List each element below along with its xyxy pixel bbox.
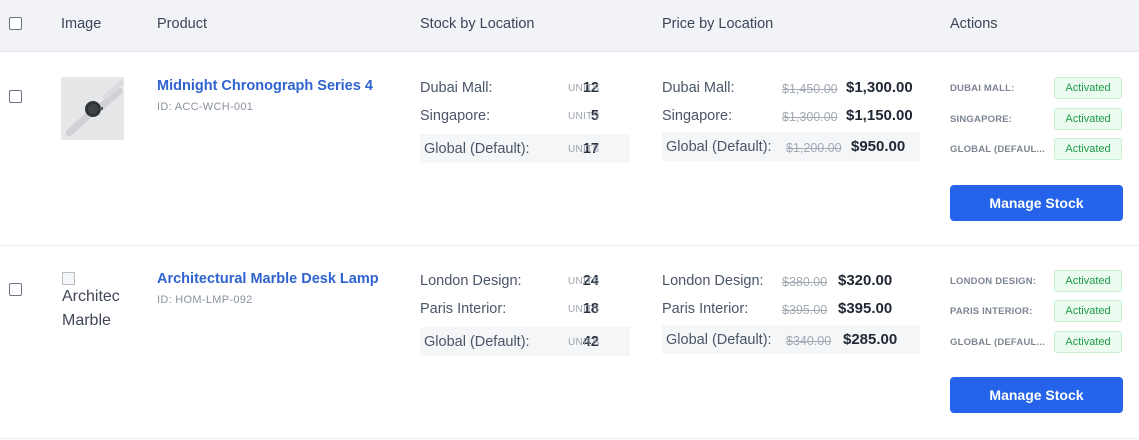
price-old: $1,200.00 <box>786 141 842 155</box>
price-line: London Design: $380.00 $320.00 <box>662 270 922 292</box>
stock-location: Global (Default): <box>424 141 530 157</box>
price-line: Singapore: $1,300.00 $1,150.00 <box>662 105 922 127</box>
stock-unit: UNITS <box>568 304 600 315</box>
price-new: $395.00 <box>838 300 893 317</box>
stock-line: London Design: 24 UNITS <box>420 270 630 292</box>
stock-unit: UNITS <box>568 111 600 122</box>
stock-location: London Design: <box>420 273 522 289</box>
price-location: Paris Interior: <box>662 301 749 317</box>
price-new: $950.00 <box>851 138 906 155</box>
stock-line: Singapore: 5 UNITS <box>420 105 630 127</box>
action-location: DUBAI MALL: <box>950 83 1015 94</box>
header-product: Product <box>157 16 207 32</box>
stock-unit: UNITS <box>568 276 600 287</box>
price-location: Global (Default): <box>666 139 772 155</box>
action-location: GLOBAL (DEFAUL... <box>950 337 1046 348</box>
table-row: Architec Marble Architectural Marble Des… <box>0 246 1139 439</box>
stock-location: Paris Interior: <box>420 301 507 317</box>
price-new: $285.00 <box>843 331 898 348</box>
price-line: Dubai Mall: $1,450.00 $1,300.00 <box>662 77 922 99</box>
action-location: GLOBAL (DEFAUL... <box>950 144 1046 155</box>
row-checkbox[interactable] <box>9 283 22 296</box>
product-id: ID: HOM-LMP-092 <box>157 294 253 306</box>
status-badge[interactable]: Activated <box>1054 108 1122 130</box>
select-all-checkbox[interactable] <box>9 17 22 30</box>
broken-image-icon <box>62 272 75 285</box>
action-location: LONDON DESIGN: <box>950 276 1037 287</box>
price-old: $380.00 <box>782 275 828 289</box>
stock-location: Global (Default): <box>424 334 530 350</box>
product-name-link[interactable]: Midnight Chronograph Series 4 <box>157 78 373 94</box>
product-image-broken[interactable]: Architec Marble <box>61 268 127 336</box>
header-stock: Stock by Location <box>420 16 535 32</box>
watch-image-icon <box>61 77 124 140</box>
action-line: PARIS INTERIOR: Activated <box>950 300 1125 322</box>
image-alt-text: Marble <box>62 312 111 329</box>
price-location: Global (Default): <box>666 332 772 348</box>
stock-unit: UNITS <box>568 83 600 94</box>
header-actions: Actions <box>950 16 998 32</box>
stock-location: Singapore: <box>420 108 491 124</box>
stock-unit: UNITS <box>568 144 600 155</box>
price-old: $1,300.00 <box>782 110 838 124</box>
price-line-global: Global (Default): $340.00 $285.00 <box>662 325 920 354</box>
price-new: $320.00 <box>838 272 893 289</box>
stock-unit: UNITS <box>568 337 600 348</box>
stock-line-global: Global (Default): 42 UNITS <box>420 327 630 356</box>
stock-line-global: Global (Default): 17 UNITS <box>420 134 630 163</box>
action-line: LONDON DESIGN: Activated <box>950 270 1125 292</box>
manage-stock-button[interactable]: Manage Stock <box>950 185 1123 221</box>
action-line: DUBAI MALL: Activated <box>950 77 1125 99</box>
product-id: ID: ACC-WCH-001 <box>157 101 254 113</box>
status-badge[interactable]: Activated <box>1054 270 1122 292</box>
stock-location: Dubai Mall: <box>420 80 493 96</box>
header-price: Price by Location <box>662 16 774 32</box>
status-badge[interactable]: Activated <box>1054 138 1122 160</box>
product-image[interactable] <box>61 77 124 140</box>
table-row: Midnight Chronograph Series 4 ID: ACC-WC… <box>0 53 1139 246</box>
status-badge[interactable]: Activated <box>1054 300 1122 322</box>
status-badge[interactable]: Activated <box>1054 331 1122 353</box>
action-line: GLOBAL (DEFAUL... Activated <box>950 331 1125 353</box>
table-header: Image Product Stock by Location Price by… <box>0 0 1139 52</box>
price-line: Paris Interior: $395.00 $395.00 <box>662 298 922 320</box>
stock-line: Paris Interior: 18 UNITS <box>420 298 630 320</box>
action-line: GLOBAL (DEFAUL... Activated <box>950 138 1125 160</box>
product-name-link[interactable]: Architectural Marble Desk Lamp <box>157 271 379 287</box>
action-line: SINGAPORE: Activated <box>950 108 1125 130</box>
price-old: $395.00 <box>782 303 828 317</box>
status-badge[interactable]: Activated <box>1054 77 1122 99</box>
action-location: SINGAPORE: <box>950 114 1013 125</box>
row-checkbox[interactable] <box>9 90 22 103</box>
action-location: PARIS INTERIOR: <box>950 306 1033 317</box>
price-location: Singapore: <box>662 108 733 124</box>
price-new: $1,300.00 <box>846 79 913 96</box>
price-old: $1,450.00 <box>782 82 838 96</box>
manage-stock-button[interactable]: Manage Stock <box>950 377 1123 413</box>
stock-line: Dubai Mall: 12 UNITS <box>420 77 630 99</box>
price-line-global: Global (Default): $1,200.00 $950.00 <box>662 132 920 161</box>
header-image: Image <box>61 16 102 32</box>
price-old: $340.00 <box>786 334 832 348</box>
price-new: $1,150.00 <box>846 107 913 124</box>
price-location: London Design: <box>662 273 764 289</box>
price-location: Dubai Mall: <box>662 80 735 96</box>
image-alt-text: Architec <box>62 288 120 305</box>
